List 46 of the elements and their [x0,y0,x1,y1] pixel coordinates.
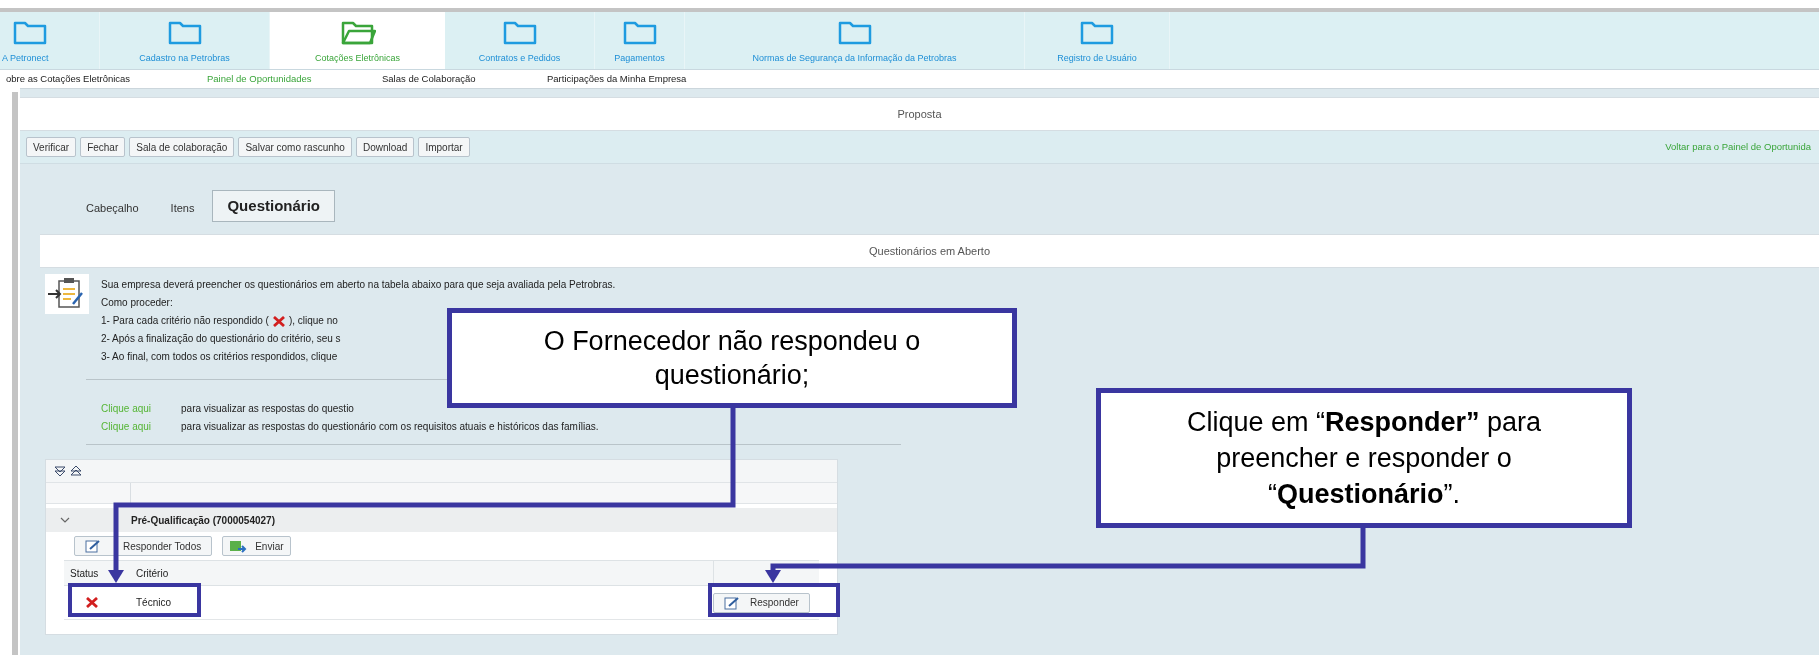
action-button[interactable]: Responder Todos [74,536,213,556]
tab[interactable]: Itens [156,196,209,220]
toolbar-button[interactable]: Verificar [26,137,77,157]
callout: O Fornecedor não respondeu o questionário; [447,308,1017,408]
folder-icon [501,19,538,46]
column-header: Status [69,566,100,581]
toolbar-button[interactable]: Salvar como rascunho [238,137,352,157]
instructions-intro: Sua empresa deverá preencher os questionários em aberto na tabela abaixo para que seja avaliada pela Petrobras. [101,278,617,292]
chevron-down-icon[interactable] [60,516,70,524]
toolbar-button[interactable]: Fechar [80,137,126,157]
link-description: para visualizar as respostas do questionário com os requisitos atuais e históricos das famílias. [181,420,599,434]
sub-nav-link[interactable]: Participações da Minha Empresa [547,71,747,87]
folder-icon [621,19,658,46]
sub-nav-link[interactable]: Salas de Colaboração [382,71,547,87]
section-title: Questionários em Aberto [868,243,991,259]
instruction-step: ), clique no [288,312,338,330]
folder-icon [1079,19,1115,46]
edit-icon [85,539,101,553]
instruction-step: 2- Após a finalização do questionário do critério, seu s [101,330,341,348]
link-description: para visualizar as respostas do questio [181,402,354,416]
sub-nav-link[interactable]: obre as Cotações Eletrônicas [0,71,207,87]
toolbar-button[interactable]: Download [355,137,415,157]
cross-icon [86,597,98,608]
respond-button[interactable]: Responder [713,592,810,613]
callout: Clique em “Responder” para preencher e responder o “Questionário”. [1096,388,1632,528]
toolbar-button[interactable]: Sala de colaboração [129,137,235,157]
instructions-heading: Como proceder: [101,296,174,310]
instruction-step: 1- Para cada critério não respondido ( [101,312,269,330]
edit-icon [724,595,740,610]
group-title: Pré-Qualificação (7000054027) [131,513,275,528]
send-icon [229,539,248,553]
toolbar-button[interactable]: Importar [418,137,470,157]
expand-all-icon[interactable] [54,466,66,476]
table-cell-text: Técnico [136,596,172,610]
tab[interactable]: Questionário [212,190,335,222]
collapse-all-icon[interactable] [70,466,82,476]
action-button[interactable]: Enviar [222,536,291,556]
tab[interactable]: Cabeçalho [72,196,153,220]
folder-icon [339,19,376,46]
instruction-step: 3- Ao final, com todos os critérios respondidos, clique [101,348,338,366]
folder-icon [836,19,873,46]
cross-icon [272,315,285,327]
folder-icon [12,19,48,46]
page-title: Proposta [897,106,942,122]
folder-icon [166,19,203,46]
column-header: Critério [136,566,170,581]
